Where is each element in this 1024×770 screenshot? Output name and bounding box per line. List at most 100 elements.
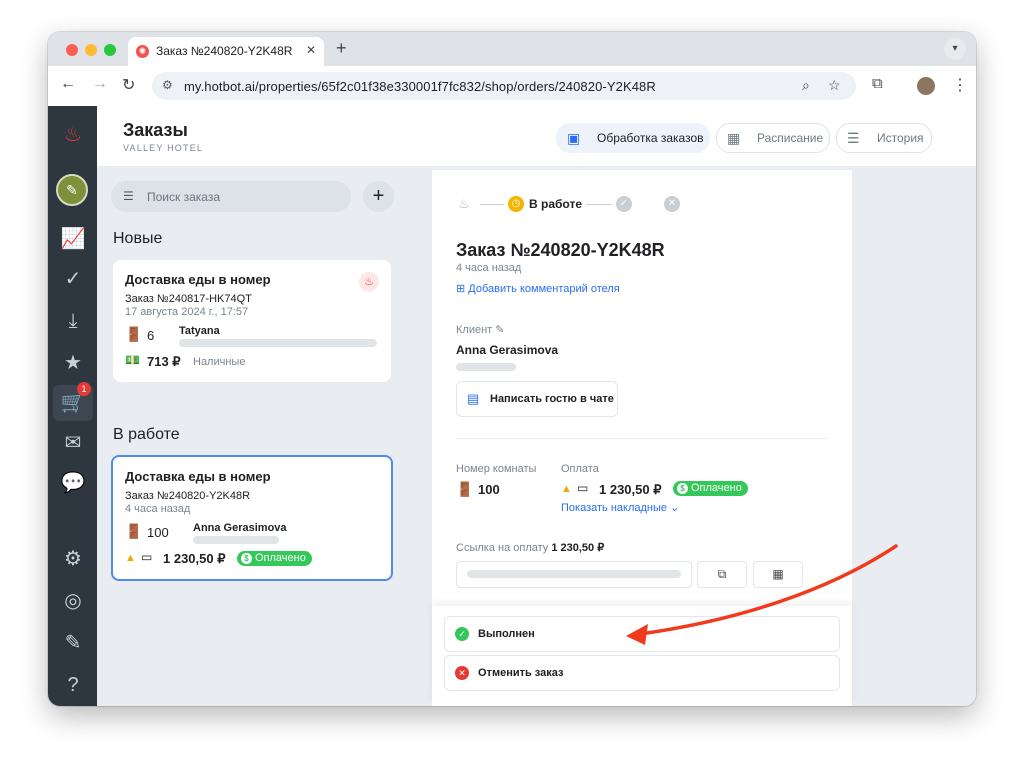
add-comment-icon: ⊞ <box>456 283 466 295</box>
tasks-check-icon[interactable]: ✓ <box>60 266 86 292</box>
forward-arrow-icon[interactable]: → <box>92 75 108 93</box>
qr-code-button[interactable]: ▦ <box>753 561 803 588</box>
payment-link-field[interactable] <box>456 561 692 588</box>
tab-history[interactable]: ☰ История <box>836 123 932 153</box>
order-time: 17 августа 2024 г., 17:57 <box>125 306 249 318</box>
step-done-check-icon: ✓ <box>616 196 632 212</box>
back-arrow-icon[interactable]: ← <box>60 75 76 93</box>
order-card-in-work[interactable]: Доставка еды в номер Заказ №240820-Y2K48… <box>111 455 393 581</box>
search-list-icon: ☰ <box>123 189 134 203</box>
inbox-tray-icon: ▣ <box>567 130 581 146</box>
fire-icon: ♨ <box>359 272 379 292</box>
tab-search-chevron-icon[interactable]: ▾ <box>944 38 966 60</box>
minimize-window-button[interactable] <box>85 44 97 56</box>
cancel-order-button[interactable]: ✕ Отменить заказ <box>444 655 840 691</box>
site-settings-icon[interactable]: ⚙ <box>162 78 173 92</box>
blurred-contact <box>193 536 279 544</box>
sidebar: ♨ ✎ 📈 ✓ ⤓ ★ 🛒 1 ✉ 💬 ⚙ ◎ ✎ ? <box>48 106 97 706</box>
url-field[interactable]: ⚙ my.hotbot.ai/properties/65f2c01f38e330… <box>152 72 856 100</box>
main-area: Заказы VALLEY HOTEL ▣ Обработка заказов … <box>97 106 976 706</box>
hotel-avatar[interactable]: ✎ <box>56 174 88 206</box>
tab-schedule[interactable]: ▦ Расписание <box>716 123 830 153</box>
door-icon: 🚪 <box>125 523 143 539</box>
browser-window: ✺ Заказ №240820-Y2K48R | Va ✕ + ▾ ← → ↻ … <box>48 32 976 706</box>
chat-with-guest-button[interactable]: ▤ Написать гостю в чате <box>456 381 618 417</box>
chat-bubble-icon: ▤ <box>467 391 480 406</box>
card-payment-icon: ▭ <box>577 481 589 495</box>
guest-name: Anna Gerasimova <box>193 522 287 534</box>
settings-gear-icon[interactable]: ⚙ <box>60 546 86 572</box>
reviews-star-icon[interactable]: ★ <box>60 350 86 376</box>
bookmark-star-icon[interactable]: ☆ <box>828 77 841 94</box>
payment-method: Наличные <box>193 356 246 368</box>
complete-order-button[interactable]: ✓ Выполнен <box>444 616 840 652</box>
browser-menu-icon[interactable]: ⋮ <box>952 75 968 95</box>
order-search-input[interactable]: ☰ Поиск заказа <box>111 181 351 212</box>
tab-strip: ✺ Заказ №240820-Y2K48R | Va ✕ + ▾ <box>48 32 976 66</box>
room-number: 100 <box>147 525 169 540</box>
add-comment-link[interactable]: ⊞ Добавить комментарий отеля <box>456 282 620 295</box>
mail-icon[interactable]: ✉ <box>60 430 86 456</box>
copy-link-button[interactable]: ⧉ <box>697 561 747 588</box>
edit-pencil-icon[interactable]: ✎ <box>60 630 86 656</box>
order-card-title: Доставка еды в номер <box>125 469 271 484</box>
browser-tab[interactable]: ✺ Заказ №240820-Y2K48R | Va ✕ <box>128 37 324 66</box>
paid-status-badge: $ Оплачено <box>673 481 748 496</box>
client-label: Клиент ✎ <box>456 324 505 336</box>
chat-icon[interactable]: 💬 <box>60 470 86 496</box>
paid-status-badge: $ Оплачено <box>237 551 312 566</box>
chevron-down-icon: ⌄ <box>670 502 680 514</box>
hotbot-logo-icon[interactable]: ♨ <box>60 122 86 148</box>
qr-code-icon: ▦ <box>772 567 784 581</box>
blurred-payment-link <box>467 570 681 578</box>
profile-avatar[interactable] <box>917 77 935 95</box>
edit-client-pencil-icon[interactable]: ✎ <box>495 324 504 336</box>
order-detail-title: Заказ №240820-Y2K48R <box>456 240 665 260</box>
coin-icon: $ <box>241 553 252 564</box>
zoom-window-button[interactable] <box>104 44 116 56</box>
section-in-work: В работе <box>113 426 180 443</box>
section-new: Новые <box>113 230 163 247</box>
detail-room-number: 100 <box>478 482 500 497</box>
inbox-download-icon[interactable]: ⤓ <box>60 308 86 334</box>
add-order-button[interactable]: + <box>363 181 394 212</box>
close-window-button[interactable] <box>66 44 78 56</box>
order-amount: 1 230,50 ₽ <box>163 551 226 566</box>
user-account-icon[interactable]: ◎ <box>60 588 86 614</box>
order-amount: 713 ₽ <box>147 354 181 369</box>
help-question-icon[interactable]: ? <box>60 672 86 698</box>
blurred-client-contact <box>456 363 516 371</box>
step-new-fire-icon: ♨ <box>458 196 470 211</box>
page-header: Заказы VALLEY HOTEL ▣ Обработка заказов … <box>97 106 976 166</box>
hotel-name: VALLEY HOTEL <box>123 143 204 153</box>
guest-name: Tatyana <box>179 325 220 337</box>
client-name: Anna Gerasimova <box>456 343 559 357</box>
coin-icon: $ <box>677 483 688 494</box>
order-card-title: Доставка еды в номер <box>125 272 271 287</box>
detail-amount: 1 230,50 ₽ <box>599 482 662 497</box>
extensions-icon[interactable]: ⧉ <box>872 75 883 92</box>
close-tab-icon[interactable]: ✕ <box>306 43 316 57</box>
reload-icon[interactable]: ↻ <box>122 75 135 95</box>
check-circle-icon: ✓ <box>455 627 469 641</box>
warning-icon: ▲ <box>561 483 572 495</box>
blurred-contact <box>179 339 377 347</box>
show-invoices-link[interactable]: Показать накладные ⌄ <box>561 501 679 514</box>
cancel-x-circle-icon: ✕ <box>455 666 469 680</box>
calendar-icon: ▦ <box>727 130 741 146</box>
tab-order-processing[interactable]: ▣ Обработка заказов <box>556 123 710 153</box>
door-icon: 🚪 <box>456 481 474 497</box>
address-bar: ← → ↻ ⚙ my.hotbot.ai/properties/65f2c01f… <box>48 66 976 107</box>
divider <box>456 438 828 439</box>
door-icon: 🚪 <box>125 326 143 342</box>
order-actions: ✓ Выполнен ✕ Отменить заказ <box>432 606 852 706</box>
zoom-icon[interactable]: ⌕ <box>802 77 810 94</box>
order-time: 4 часа назад <box>125 503 191 515</box>
analytics-icon[interactable]: 📈 <box>60 226 86 252</box>
url-text: my.hotbot.ai/properties/65f2c01f38e33000… <box>184 79 656 94</box>
order-detail-time: 4 часа назад <box>456 262 522 274</box>
copy-icon: ⧉ <box>717 567 727 581</box>
new-tab-icon[interactable]: + <box>336 38 347 59</box>
order-card-new[interactable]: Доставка еды в номер ♨ Заказ №240817-HK7… <box>113 260 391 382</box>
step-current-label: В работе <box>529 197 582 211</box>
